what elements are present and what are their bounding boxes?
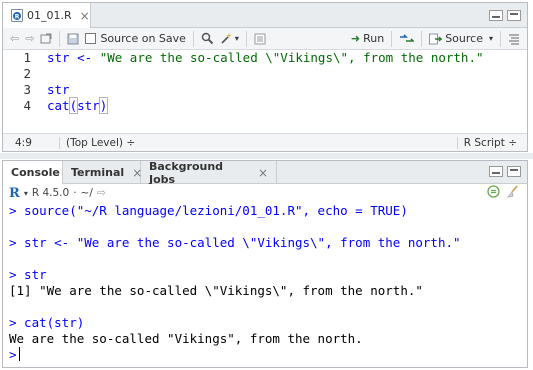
toolbar-divider xyxy=(192,30,194,47)
console-line: We are the so-called "Vikings", from the… xyxy=(9,331,363,346)
code-editor[interactable]: 1 str <- "We are the so-called \"Vikings… xyxy=(3,50,527,134)
close-icon[interactable]: × xyxy=(80,10,90,22)
console-info-bar: R ▾ R 4.5.0 · ~/ ⇨ xyxy=(3,184,527,202)
code-token: cat xyxy=(47,98,70,113)
scope-selector[interactable]: (Top Level) ÷ xyxy=(59,137,135,149)
line-number: 2 xyxy=(23,66,31,81)
render-plots-icon[interactable] xyxy=(487,185,500,201)
tab-terminal[interactable]: Terminal × xyxy=(63,161,142,184)
svg-text:R: R xyxy=(15,14,20,21)
console-window-controls xyxy=(489,166,521,177)
tab-console[interactable]: Console xyxy=(3,161,63,184)
tab-background-jobs[interactable]: Background Jobs × xyxy=(141,159,277,186)
maximize-pane-button[interactable] xyxy=(507,10,521,21)
console-line: [1] "We are the so-called \"Vikings\", f… xyxy=(9,283,423,298)
code-text: cat(str) xyxy=(47,97,109,114)
show-in-window-icon[interactable] xyxy=(37,30,55,48)
editor-statusbar: 4:9 (Top Level) ÷ R Script ÷ xyxy=(3,133,527,151)
console-pane: Console Terminal × Background Jobs × R ▾… xyxy=(2,160,528,368)
matched-paren: ) xyxy=(98,97,109,114)
editor-window-controls xyxy=(489,10,521,21)
file-tab-01_01[interactable]: R 01_01.R × xyxy=(3,3,91,28)
pane-splitter[interactable] xyxy=(0,153,533,159)
document-outline-icon[interactable] xyxy=(251,30,269,48)
source-label: Source xyxy=(445,32,483,45)
source-icon xyxy=(429,33,443,44)
matched-paren: ( xyxy=(68,97,79,114)
rerun-icon[interactable] xyxy=(396,30,417,48)
console-line: > str xyxy=(9,267,47,282)
filetype-label: R Script xyxy=(463,137,505,149)
run-label: Run xyxy=(363,32,385,45)
source-button[interactable]: Source ▾ xyxy=(426,30,496,48)
search-icon[interactable] xyxy=(198,30,217,48)
toolbar-divider xyxy=(421,30,423,47)
run-arrow-icon: ➜ xyxy=(350,32,361,45)
toolbar-divider xyxy=(59,30,61,47)
console-line: > cat(str) xyxy=(9,315,85,330)
chevron-down-icon[interactable]: ▾ xyxy=(489,34,493,43)
source-editor-pane: R 01_01.R × ⇦ ⇨ Source on Save ▾ ➜ Run S… xyxy=(2,2,528,152)
filetype-chevron-icon: ÷ xyxy=(508,137,517,149)
cursor-position: 4:9 xyxy=(15,137,32,149)
filetype-selector[interactable]: R Script ÷ xyxy=(456,137,517,149)
scope-label: (Top Level) xyxy=(66,137,123,149)
console-line: > str <- "We are the so-called \"Vikings… xyxy=(9,235,461,250)
r-version: R 4.5.0 xyxy=(31,187,70,199)
back-arrow-icon[interactable]: ⇦ xyxy=(7,30,22,48)
line-number: 4 xyxy=(23,98,31,113)
console-tabbar: Console Terminal × Background Jobs × xyxy=(3,159,527,186)
scope-chevron-icon: ÷ xyxy=(126,137,136,149)
clear-console-broom-icon[interactable] xyxy=(506,185,519,201)
prompt-symbol: > xyxy=(9,347,17,362)
code-token: str xyxy=(77,98,100,113)
toolbar-divider xyxy=(500,30,501,47)
working-directory[interactable]: ~/ xyxy=(81,187,93,199)
source-on-save-label: Source on Save xyxy=(100,32,186,45)
console-line: > source("~/R language/lezioni/01_01.R",… xyxy=(9,203,408,218)
code-line-4: 4 cat(str) xyxy=(3,97,527,114)
toolbar-divider xyxy=(391,30,393,47)
string-literal: "We are the so-called \"Vikings\", from … xyxy=(99,50,484,65)
close-icon[interactable]: × xyxy=(258,166,268,180)
editor-tabbar: R 01_01.R × xyxy=(3,3,527,28)
code-text: str xyxy=(47,82,70,98)
r-file-icon: R xyxy=(11,9,23,22)
console-output[interactable]: > source("~/R language/lezioni/01_01.R",… xyxy=(3,203,527,368)
go-to-directory-icon[interactable]: ⇨ xyxy=(97,187,106,199)
tab-label: Console xyxy=(11,166,60,179)
source-on-save-toggle[interactable]: Source on Save xyxy=(82,30,188,48)
file-tab-label: 01_01.R xyxy=(27,9,72,22)
r-logo-icon: R xyxy=(9,185,20,201)
forward-arrow-icon[interactable]: ⇨ xyxy=(22,30,37,48)
tab-label: Background Jobs xyxy=(149,159,224,186)
editor-toolbar: ⇦ ⇨ Source on Save ▾ ➜ Run Source ▾ xyxy=(3,28,527,50)
chevron-down-icon: ▾ xyxy=(234,34,239,43)
code-token: str <- xyxy=(47,50,100,65)
code-text: str <- "We are the so-called \"Vikings\"… xyxy=(47,50,484,66)
code-token: str xyxy=(47,82,70,97)
line-number: 1 xyxy=(23,50,31,65)
tab-label: Terminal xyxy=(71,166,125,179)
chevron-down-icon[interactable]: ▾ xyxy=(24,189,28,198)
minimize-pane-button[interactable] xyxy=(489,166,503,177)
maximize-pane-button[interactable] xyxy=(507,166,521,177)
separator-dot: · xyxy=(73,187,77,199)
code-tools-wand-icon[interactable]: ▾ xyxy=(217,30,242,48)
outline-menu-icon[interactable] xyxy=(505,30,523,48)
text-cursor xyxy=(18,347,21,361)
line-number: 3 xyxy=(23,82,31,97)
minimize-pane-button[interactable] xyxy=(489,10,503,21)
code-line-2: 2 xyxy=(3,66,527,82)
source-on-save-checkbox[interactable] xyxy=(85,33,97,44)
code-line-3: 3 str xyxy=(3,82,527,98)
save-icon[interactable] xyxy=(64,30,82,48)
toolbar-divider xyxy=(245,30,247,47)
code-line-1: 1 str <- "We are the so-called \"Vikings… xyxy=(3,50,527,66)
run-button[interactable]: ➜ Run xyxy=(348,30,387,48)
console-prompt[interactable]: > xyxy=(9,347,21,363)
